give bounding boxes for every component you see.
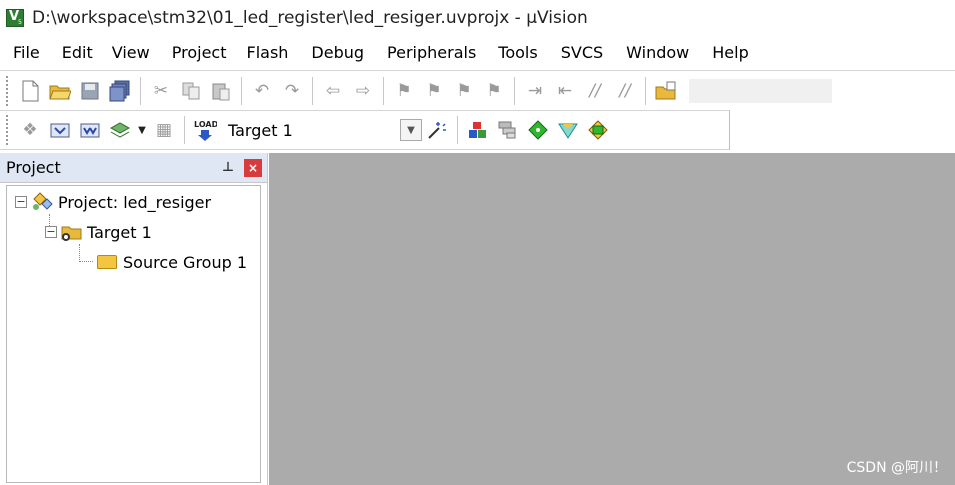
download-icon[interactable]: LOAD — [190, 115, 220, 145]
tree-item-source-group[interactable]: Source Group 1 — [93, 248, 247, 276]
cut-icon[interactable]: ✂ — [146, 76, 176, 106]
uvision-app-icon — [6, 9, 24, 27]
manage-components-icon[interactable] — [493, 115, 523, 145]
menu-flash[interactable]: Flash — [246, 43, 288, 62]
menu-window[interactable]: Window — [626, 43, 689, 62]
tree-item-project-label: Project: led_resiger — [58, 192, 212, 212]
project-panel-header: Project ⊥ × — [0, 153, 267, 183]
bookmark-clear-icon[interactable]: ⚑ — [479, 76, 509, 106]
rebuild-icon[interactable] — [75, 115, 105, 145]
unindent-icon[interactable]: ⇤ — [550, 76, 580, 106]
select-packs-icon[interactable] — [523, 115, 553, 145]
nav-back-icon[interactable]: ⇦ — [318, 76, 348, 106]
watermark: CSDN @阿川！ — [846, 460, 947, 476]
collapse-icon[interactable]: − — [15, 196, 27, 208]
translate-icon[interactable]: ❖ — [15, 115, 45, 145]
target-select-value: Target 1 — [228, 120, 293, 140]
pin-icon[interactable]: ⊥ — [222, 160, 234, 175]
toolbar-grip[interactable] — [6, 75, 9, 106]
toolbar-grip[interactable] — [6, 115, 9, 145]
project-panel-title: Project — [6, 158, 61, 177]
folder-icon — [97, 255, 117, 269]
project-tree: − Project: led_resiger − Target 1 Source… — [6, 185, 261, 483]
menu-svcs[interactable]: SVCS — [561, 43, 603, 62]
menu-bar: File Edit View Project Flash Debug Perip… — [0, 36, 955, 68]
find-in-files-icon[interactable] — [651, 76, 681, 106]
target-options-icon[interactable] — [422, 115, 452, 145]
target-select[interactable]: Target 1 ▼ — [220, 116, 422, 144]
menu-help[interactable]: Help — [712, 43, 748, 62]
svg-text:LOAD: LOAD — [194, 120, 217, 129]
build-toolbar: ❖ ▼ ▦ LOAD Target 1 ▼ — [0, 110, 730, 150]
save-all-icon[interactable] — [105, 76, 135, 106]
bookmark-next-icon[interactable]: ⚑ — [449, 76, 479, 106]
tree-item-source-group-label: Source Group 1 — [123, 252, 248, 272]
bookmark-prev-icon[interactable]: ⚑ — [419, 76, 449, 106]
close-icon[interactable]: × — [244, 158, 262, 177]
target-folder-icon — [61, 226, 82, 241]
file-toolbar: ✂ ↶ ↷ ⇦ ⇨ ⚑ ⚑ ⚑ ⚑ ⇥ ⇤ // // — [0, 70, 955, 110]
menu-file[interactable]: File — [13, 43, 40, 62]
comment-icon[interactable]: // — [580, 76, 610, 106]
toolbar-empty-area — [730, 110, 955, 152]
manage-rte-icon[interactable] — [553, 115, 583, 145]
chevron-down-icon[interactable]: ▼ — [400, 119, 422, 141]
stop-build-icon[interactable]: ▦ — [149, 115, 179, 145]
nav-forward-icon[interactable]: ⇨ — [348, 76, 378, 106]
batch-dropdown-icon[interactable]: ▼ — [135, 115, 149, 145]
menu-debug[interactable]: Debug — [311, 43, 364, 62]
menu-edit[interactable]: Edit — [62, 43, 93, 62]
tree-item-target[interactable]: − Target 1 — [45, 218, 152, 246]
tree-connector — [79, 261, 93, 262]
undo-icon[interactable]: ↶ — [247, 76, 277, 106]
new-file-icon[interactable] — [15, 76, 45, 106]
tree-connector — [79, 244, 80, 262]
menu-view[interactable]: View — [112, 43, 150, 62]
manage-project-icon[interactable] — [463, 115, 493, 145]
title-bar: D:\workspace\stm32\01_led_register\led_r… — [0, 0, 955, 36]
collapse-icon[interactable]: − — [45, 226, 57, 238]
project-icon — [33, 192, 53, 210]
tree-item-target-label: Target 1 — [87, 222, 152, 242]
project-panel: Project ⊥ × − Project: led_resiger − Tar… — [0, 153, 268, 485]
bookmark-insert-icon[interactable]: ⚑ — [389, 76, 419, 106]
paste-icon[interactable] — [206, 76, 236, 106]
build-icon[interactable] — [45, 115, 75, 145]
window-title: D:\workspace\stm32\01_led_register\led_r… — [32, 8, 588, 28]
save-icon[interactable] — [75, 76, 105, 106]
redo-icon[interactable]: ↷ — [277, 76, 307, 106]
batch-build-icon[interactable] — [105, 115, 135, 145]
menu-tools[interactable]: Tools — [498, 43, 537, 62]
uncomment-icon[interactable]: // — [610, 76, 640, 106]
open-folder-icon[interactable] — [45, 76, 75, 106]
menu-project[interactable]: Project — [172, 43, 227, 62]
tree-item-project[interactable]: − Project: led_resiger — [15, 188, 211, 216]
find-combo[interactable] — [689, 78, 832, 103]
pack-installer-icon[interactable] — [583, 115, 613, 145]
indent-icon[interactable]: ⇥ — [520, 76, 550, 106]
menu-peripherals[interactable]: Peripherals — [387, 43, 476, 62]
copy-icon[interactable] — [176, 76, 206, 106]
editor-area: CSDN @阿川！ — [269, 153, 955, 485]
